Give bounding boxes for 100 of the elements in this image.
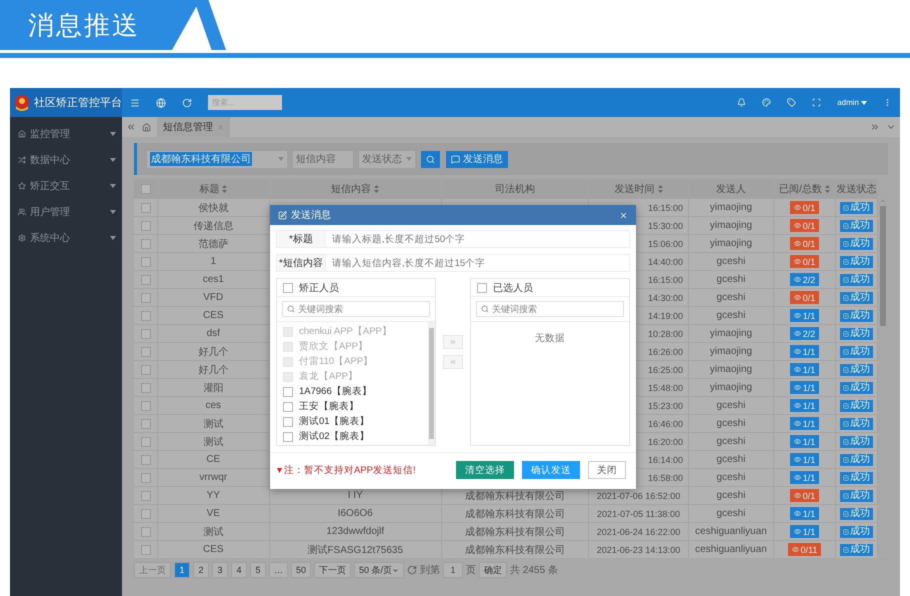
checkbox[interactable] (283, 386, 293, 396)
checkbox[interactable] (477, 282, 487, 292)
checkbox[interactable] (283, 282, 293, 292)
page-size-select[interactable]: 50 条/页 (354, 562, 404, 578)
page-button[interactable]: 50 (291, 562, 312, 578)
status-text: 成功 (850, 418, 870, 428)
read-count: 1/1 (802, 382, 816, 392)
scrollbar-thumb[interactable] (880, 206, 886, 326)
checkbox[interactable] (140, 184, 150, 194)
checkbox[interactable] (140, 292, 150, 302)
checkbox[interactable] (140, 256, 150, 266)
eye-icon (794, 258, 801, 265)
sidebar-item[interactable]: 系统中心 (10, 225, 122, 251)
close-button[interactable]: 关闭 (588, 461, 626, 479)
scrollbar[interactable] (428, 322, 435, 445)
eye-icon (794, 294, 801, 301)
checkbox[interactable] (140, 490, 150, 500)
checkbox[interactable] (140, 454, 150, 464)
status-text: 成功 (850, 292, 870, 302)
search-field[interactable]: 关键词搜索 (476, 301, 624, 317)
expand-icon[interactable] (870, 122, 880, 132)
caret-icon (861, 100, 867, 104)
checkbox[interactable] (283, 402, 293, 412)
checkbox[interactable] (140, 508, 150, 518)
org-select[interactable]: 成都翰东科技有限公司 (147, 150, 287, 168)
eye-icon (794, 330, 801, 337)
confirm-button[interactable]: 确定 (479, 562, 508, 578)
checkbox[interactable] (140, 364, 150, 374)
read-count: 1/1 (802, 400, 816, 410)
send-message-button[interactable]: 发送消息 (446, 150, 508, 168)
next-page-button[interactable]: 下一页 (314, 562, 352, 578)
page-button[interactable]: 4 (231, 562, 247, 578)
scrollbar-thumb[interactable] (429, 328, 434, 439)
checkbox[interactable] (140, 310, 150, 320)
eye-icon (794, 276, 801, 283)
checkbox[interactable] (140, 526, 150, 536)
sidebar-item[interactable]: 监控管理 (10, 121, 122, 147)
input-field[interactable]: 请输入短信内容,长度不超过15个字 (326, 254, 630, 272)
checkbox[interactable] (140, 238, 150, 248)
list-item[interactable]: 1A7966【腕表】 (277, 384, 428, 399)
search-button[interactable] (421, 150, 440, 168)
palette-icon[interactable] (762, 98, 772, 107)
list-item[interactable]: 王安【腕表】 (277, 399, 428, 414)
sidebar-item[interactable]: 矫正交互 (10, 173, 122, 199)
list-item[interactable]: 测试01【腕表】 (277, 414, 428, 429)
checkbox[interactable] (140, 472, 150, 482)
page-number-field[interactable]: 1 (443, 562, 464, 578)
checkbox[interactable] (140, 220, 150, 230)
globe-icon[interactable] (156, 98, 166, 108)
collapse-icon[interactable] (126, 122, 136, 132)
checkbox[interactable] (140, 346, 150, 356)
scroll-up-icon[interactable] (880, 198, 886, 204)
fullscreen-icon[interactable] (812, 98, 822, 107)
list-item[interactable]: 测试02【腕表】 (277, 429, 428, 444)
sort-icon[interactable] (374, 184, 380, 192)
checkbox[interactable] (140, 382, 150, 392)
check-icon (843, 492, 849, 498)
checkbox[interactable] (140, 418, 150, 428)
read-count: 1/1 (802, 526, 816, 536)
page-unit: 页 (466, 564, 476, 577)
page-button[interactable]: 3 (212, 562, 228, 578)
sidebar-item[interactable]: 用户管理 (10, 199, 122, 225)
confirm-send-button[interactable]: 确认发送 (522, 461, 580, 479)
status-text: 成功 (850, 256, 870, 266)
checkbox[interactable] (140, 202, 150, 212)
clear-selection-button[interactable]: 清空选择 (456, 461, 514, 479)
sort-icon[interactable] (222, 184, 228, 192)
status-text: 成功 (850, 328, 870, 338)
sort-icon[interactable] (824, 184, 830, 192)
page-button[interactable]: 5 (250, 562, 266, 578)
content-field[interactable]: 短信内容 (293, 150, 353, 168)
checkbox[interactable] (283, 432, 293, 442)
status-select[interactable]: 发送状态 (359, 150, 415, 168)
bell-icon[interactable] (737, 98, 746, 107)
page-button[interactable]: 2 (193, 562, 209, 578)
page-tab[interactable]: 短信息管理 (157, 117, 230, 137)
menu-icon[interactable] (130, 98, 140, 108)
table-cell: ceshiguanliyuan (689, 541, 774, 558)
page-button[interactable]: … (269, 562, 288, 578)
sidebar-item[interactable]: 数据中心 (10, 147, 122, 173)
input-field[interactable]: 请输入标题,长度不超过50个字 (326, 230, 630, 248)
status-text: 成功 (850, 526, 870, 536)
checkbox[interactable] (140, 274, 150, 284)
status-text: 成功 (850, 310, 870, 320)
sort-icon[interactable] (658, 184, 662, 192)
tag-icon[interactable] (787, 98, 796, 107)
page-button[interactable]: 1 (174, 562, 190, 578)
home-icon[interactable] (142, 122, 151, 132)
checkbox[interactable] (140, 400, 150, 410)
status-text: 成功 (850, 472, 870, 482)
checkbox[interactable] (140, 328, 150, 338)
checkbox[interactable] (283, 416, 293, 426)
checkbox[interactable] (140, 436, 150, 446)
total-count: 共 2455 条 (510, 564, 558, 577)
checkbox[interactable] (140, 544, 150, 554)
message-icon (451, 154, 460, 164)
column-header: 发送时间 (614, 182, 654, 196)
search-field[interactable]: 关键词搜索 (282, 301, 430, 317)
refresh-icon[interactable] (407, 565, 418, 575)
user-menu[interactable]: admin (837, 98, 867, 107)
